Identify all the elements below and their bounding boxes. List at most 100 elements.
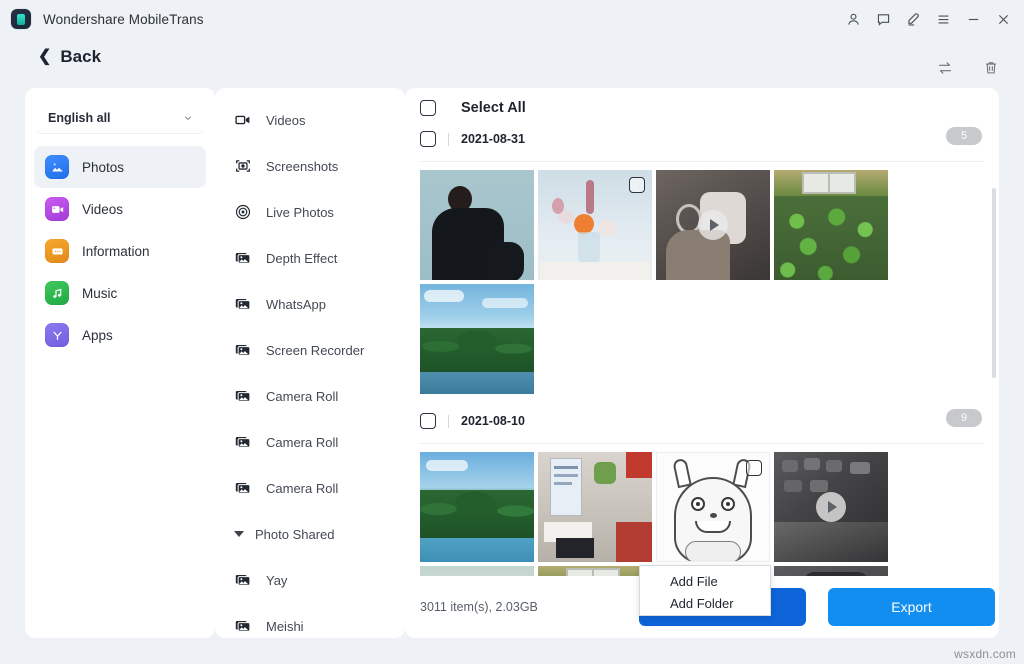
back-button[interactable]: ❮ Back xyxy=(32,44,107,70)
chevron-left-icon: ❮ xyxy=(38,49,51,65)
edit-icon[interactable] xyxy=(898,4,928,34)
album-item-camera-roll-3[interactable]: Camera Roll xyxy=(215,465,405,511)
context-menu-item-add-file[interactable]: Add File xyxy=(640,570,770,592)
album-icon xyxy=(233,295,252,314)
section-date-label: 2021-08-10 xyxy=(461,414,525,428)
select-all-checkbox[interactable] xyxy=(420,100,436,116)
minimize-icon[interactable] xyxy=(958,4,988,34)
photo-tropical-beach[interactable] xyxy=(420,284,534,394)
divider xyxy=(448,133,449,146)
album-item-label: Camera Roll xyxy=(266,389,338,404)
album-item-label: Live Photos xyxy=(266,205,334,220)
account-icon[interactable] xyxy=(838,4,868,34)
photo-grid-header: Select All 2021-08-31 5 xyxy=(405,88,999,638)
section-header-2021-08-31[interactable]: 2021-08-31 5 xyxy=(420,126,983,152)
album-item-camera-roll-2[interactable]: Camera Roll xyxy=(215,419,405,465)
photos-icon xyxy=(45,155,69,179)
footer-stats: 3011 item(s), 2.03GB xyxy=(420,600,538,614)
album-item-live-photos[interactable]: Live Photos xyxy=(215,189,405,235)
album-icon xyxy=(233,479,252,498)
feedback-icon[interactable] xyxy=(868,4,898,34)
photo-totoro-sketch[interactable] xyxy=(656,452,770,562)
transfer-icon[interactable] xyxy=(932,55,958,81)
photo-green-leaves-window[interactable] xyxy=(774,170,888,280)
watermark: wsxdn.com xyxy=(954,647,1016,661)
album-item-videos[interactable]: Videos xyxy=(215,97,405,143)
app-window: Wondershare MobileTrans xyxy=(0,0,1024,664)
album-item-yay[interactable]: Yay xyxy=(215,557,405,603)
sidebar-item-videos[interactable]: Videos xyxy=(34,188,206,230)
section-date-label: 2021-08-31 xyxy=(461,132,525,146)
video-keyboard-dark[interactable] xyxy=(774,452,888,562)
play-icon xyxy=(698,210,728,240)
caret-down-icon xyxy=(234,531,244,537)
sidebar-item-label: Apps xyxy=(82,328,113,343)
album-item-screen-recorder[interactable]: Screen Recorder xyxy=(215,327,405,373)
select-all-label: Select All xyxy=(461,100,526,116)
album-item-meishi[interactable]: Meishi xyxy=(215,603,405,638)
music-icon xyxy=(45,281,69,305)
album-item-label: Screenshots xyxy=(266,159,338,174)
photo-flower-vase[interactable] xyxy=(538,170,652,280)
context-menu: Add File Add Folder xyxy=(639,565,771,616)
sidebar-item-label: Videos xyxy=(82,202,123,217)
context-menu-item-add-folder[interactable]: Add Folder xyxy=(640,592,770,614)
screenshot-icon xyxy=(233,157,252,176)
photo-grid-scrollbar[interactable] xyxy=(992,188,996,378)
video-camera-icon xyxy=(233,111,252,130)
section-header-2021-08-10[interactable]: 2021-08-10 9 xyxy=(420,408,983,434)
album-item-screenshots[interactable]: Screenshots xyxy=(215,143,405,189)
language-select[interactable]: English all xyxy=(36,102,204,134)
sidebar-item-music[interactable]: Music xyxy=(34,272,206,314)
album-icon xyxy=(233,249,252,268)
chevron-down-icon xyxy=(183,113,193,123)
photo-grid-section-1 xyxy=(420,162,983,394)
sub-header: ❮ Back xyxy=(0,38,1024,88)
album-item-whatsapp[interactable]: WhatsApp xyxy=(215,281,405,327)
export-button[interactable]: Export xyxy=(828,588,995,626)
photo-office-desk[interactable] xyxy=(538,452,652,562)
album-icon xyxy=(233,341,252,360)
left-sidebar: English all Photos Videos Informatio xyxy=(25,88,215,638)
section-count-badge: 9 xyxy=(946,409,982,427)
play-icon xyxy=(816,492,846,522)
section-count-badge: 5 xyxy=(946,127,982,145)
album-group-photo-shared[interactable]: Photo Shared xyxy=(215,511,405,557)
menu-icon[interactable] xyxy=(928,4,958,34)
sidebar-item-label: Photos xyxy=(82,160,124,175)
album-group-label: Photo Shared xyxy=(255,527,335,542)
album-item-camera-roll-1[interactable]: Camera Roll xyxy=(215,373,405,419)
album-item-label: Screen Recorder xyxy=(266,343,364,358)
sidebar-item-information[interactable]: Information xyxy=(34,230,206,272)
sidebar-item-photos[interactable]: Photos xyxy=(34,146,206,188)
information-icon xyxy=(45,239,69,263)
language-label: English all xyxy=(48,111,111,125)
album-item-label: Videos xyxy=(266,113,306,128)
photo-tropical-island[interactable] xyxy=(420,452,534,562)
live-photo-icon xyxy=(233,203,252,222)
video-airpods-case[interactable] xyxy=(656,170,770,280)
album-icon xyxy=(233,571,252,590)
sub-header-tools xyxy=(932,55,1004,81)
section-checkbox[interactable] xyxy=(420,413,436,429)
album-icon xyxy=(233,387,252,406)
delete-icon[interactable] xyxy=(978,55,1004,81)
album-item-label: WhatsApp xyxy=(266,297,326,312)
app-logo-icon xyxy=(11,9,31,29)
select-all-row[interactable]: Select All xyxy=(420,100,983,116)
album-item-label: Yay xyxy=(266,573,287,588)
back-label: Back xyxy=(60,47,101,67)
section-checkbox[interactable] xyxy=(420,131,436,147)
photo-grid-panel: Select All 2021-08-31 5 xyxy=(405,88,999,638)
album-item-depth-effect[interactable]: Depth Effect xyxy=(215,235,405,281)
album-item-label: Camera Roll xyxy=(266,481,338,496)
photo-checkbox[interactable] xyxy=(629,177,645,193)
album-list-panel: Videos Screenshots Live Photos xyxy=(215,88,405,638)
sidebar-item-apps[interactable]: Apps xyxy=(34,314,206,356)
album-item-label: Depth Effect xyxy=(266,251,337,266)
close-icon[interactable] xyxy=(988,4,1018,34)
photo-portrait-man[interactable] xyxy=(420,170,534,280)
title-bar: Wondershare MobileTrans xyxy=(0,0,1024,38)
album-icon xyxy=(233,617,252,636)
photo-checkbox[interactable] xyxy=(746,460,762,476)
